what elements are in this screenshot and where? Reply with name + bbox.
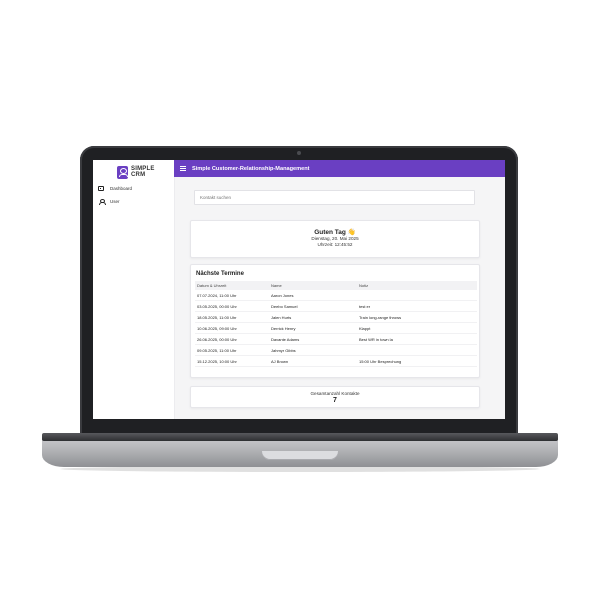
laptop-keyboard-hinge [42, 433, 558, 441]
screen: SIMPLE CRM Dashboard User Simple Custome… [93, 160, 505, 419]
greeting-title: Guten Tag 👋 [314, 229, 356, 236]
table-header-row: Datum & Uhrzeit Name Notiz [195, 281, 477, 290]
sidebar-item-label: User [110, 199, 120, 204]
menu-icon[interactable] [180, 166, 186, 171]
total-contacts-label: Gesamtanzahl Kontakte [310, 391, 360, 396]
appointment-datetime: 03.05.2025, 00:00 Uhr [195, 300, 269, 312]
appointment-note [357, 344, 477, 356]
appointment-name: Jahmyr Gibbs [269, 344, 357, 356]
brand-text: SIMPLE CRM [131, 166, 155, 178]
brand-logo[interactable]: SIMPLE CRM [117, 165, 155, 179]
appointment-note: Klappt [357, 322, 477, 334]
appointment-name: Davante Adams [269, 333, 357, 345]
column-header-note[interactable]: Notiz [357, 281, 477, 290]
table-row[interactable]: 10.06.2025, 09:00 Uhr Derrick Henry Klap… [195, 322, 477, 334]
dashboard-content: Guten Tag 👋 Dienstag, 20. Mai 2025 Uhrze… [190, 177, 485, 419]
appointment-note: test er [357, 300, 477, 312]
table-row[interactable]: 09.05.2025, 11:00 Uhr Jahmyr Gibbs [195, 344, 477, 356]
app-title: Simple Customer-Relationship-Management [192, 165, 310, 172]
sidebar-item-label: Dashboard [110, 186, 133, 191]
brand-line-2: CRM [131, 172, 146, 178]
appointment-datetime: 18.05.2025, 11:00 Uhr [195, 311, 269, 323]
crm-logo-icon [117, 165, 128, 179]
appointments-title: Nächste Termine [196, 271, 244, 277]
appointment-datetime: 26.06.2025, 00:00 Uhr [195, 333, 269, 345]
appointment-note: Best WR in town la [357, 333, 477, 345]
appointment-name: Jalen Hurts [269, 311, 357, 323]
sidebar-nav: Dashboard User [98, 182, 172, 208]
greeting-card: Guten Tag 👋 Dienstag, 20. Mai 2025 Uhrze… [190, 220, 480, 258]
sidebar-item-user[interactable]: User [98, 195, 172, 208]
column-header-datetime[interactable]: Datum & Uhrzeit [195, 281, 269, 290]
appointment-note: 15:00 Uhr Besprechung [357, 355, 477, 367]
appointments-card: Nächste Termine Datum & Uhrzeit Name Not… [190, 264, 480, 378]
column-header-name[interactable]: Name [269, 281, 357, 290]
appointment-datetime: 07.07.2024, 11:00 Uhr [195, 290, 269, 301]
appointment-name: AJ Brown [269, 355, 357, 367]
table-row[interactable]: 18.05.2025, 11:00 Uhr Jalen Hurts Train … [195, 311, 477, 323]
appointment-datetime: 09.05.2025, 11:00 Uhr [195, 344, 269, 356]
total-contacts-card: Gesamtanzahl Kontakte 7 [190, 386, 480, 408]
sidebar: SIMPLE CRM Dashboard User [93, 160, 175, 419]
laptop-opening-notch [262, 451, 338, 460]
user-icon [98, 199, 106, 205]
appointment-name: Deebo Samuel [269, 300, 357, 312]
appointment-note: Train long-range throws [357, 311, 477, 323]
dashboard-icon [98, 186, 104, 191]
appointment-datetime: 15.12.2025, 10:00 Uhr [195, 355, 269, 367]
current-time: Uhrzeit: 12:45:52 [317, 242, 353, 247]
sidebar-item-dashboard[interactable]: Dashboard [98, 182, 172, 195]
appointments-table: Datum & Uhrzeit Name Notiz 07.07.2024, 1… [195, 281, 477, 367]
appointment-note [357, 290, 477, 301]
table-row[interactable]: 15.12.2025, 10:00 Uhr AJ Brown 15:00 Uhr… [195, 355, 477, 367]
top-app-bar: Simple Customer-Relationship-Management [174, 160, 505, 177]
appointment-name: Derrick Henry [269, 322, 357, 334]
table-row[interactable]: 07.07.2024, 11:00 Uhr Aaron Jones [195, 290, 477, 301]
table-row[interactable]: 03.05.2025, 00:00 Uhr Deebo Samuel test … [195, 300, 477, 312]
appointment-name: Aaron Jones [269, 290, 357, 301]
appointment-datetime: 10.06.2025, 09:00 Uhr [195, 322, 269, 334]
total-contacts-value: 7 [333, 397, 337, 404]
table-row[interactable]: 26.06.2025, 00:00 Uhr Davante Adams Best… [195, 333, 477, 345]
contact-search-input[interactable] [194, 190, 475, 205]
camera-icon [297, 151, 301, 155]
